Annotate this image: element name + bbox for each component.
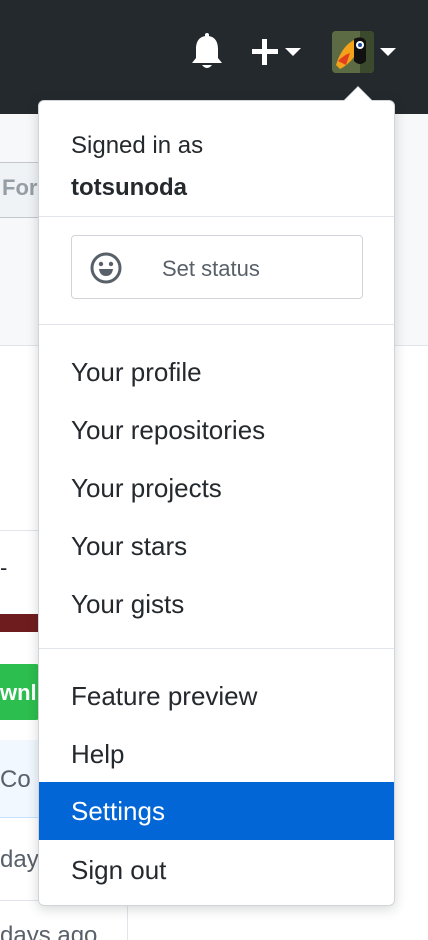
chevron-down-icon[interactable] [380, 48, 396, 56]
divider [0, 530, 40, 531]
user-dropdown-menu: Signed in as totsunoda Set status Your p… [38, 100, 395, 906]
bell-icon[interactable] [190, 33, 224, 71]
dropdown-arrow [344, 87, 372, 101]
commit-label: Co [0, 766, 31, 793]
plus-icon[interactable] [250, 37, 280, 67]
smiley-icon [90, 252, 122, 284]
language-bar [0, 614, 40, 632]
chevron-down-icon[interactable] [285, 48, 301, 56]
signed-in-header: Signed in as totsunoda [71, 125, 203, 209]
menu-item-your-stars[interactable]: Your stars [39, 517, 394, 575]
avatar[interactable] [332, 31, 374, 73]
timestamp: days ago [0, 922, 98, 940]
divider [39, 324, 394, 325]
menu-item-sign-out[interactable]: Sign out [39, 841, 394, 899]
divider [39, 648, 394, 649]
menu-item-your-profile[interactable]: Your profile [39, 343, 394, 401]
text-fragment: - [0, 555, 8, 580]
timestamp: day [0, 846, 39, 873]
menu-item-your-gists[interactable]: Your gists [39, 575, 394, 633]
signed-in-label: Signed in as [71, 132, 204, 159]
set-status-button[interactable]: Set status [71, 235, 363, 299]
menu-item-help[interactable]: Help [39, 725, 394, 783]
download-button-label: wnl [0, 680, 37, 705]
set-status-label: Set status [162, 256, 260, 281]
menu-item-feature-preview[interactable]: Feature preview [39, 667, 394, 725]
menu-item-your-repositories[interactable]: Your repositories [39, 401, 394, 459]
divider [39, 216, 394, 217]
menu-item-settings[interactable]: Settings [39, 782, 394, 840]
menu-item-your-projects[interactable]: Your projects [39, 459, 394, 517]
username: totsunoda [71, 174, 187, 201]
fork-button-label: For [2, 175, 38, 200]
